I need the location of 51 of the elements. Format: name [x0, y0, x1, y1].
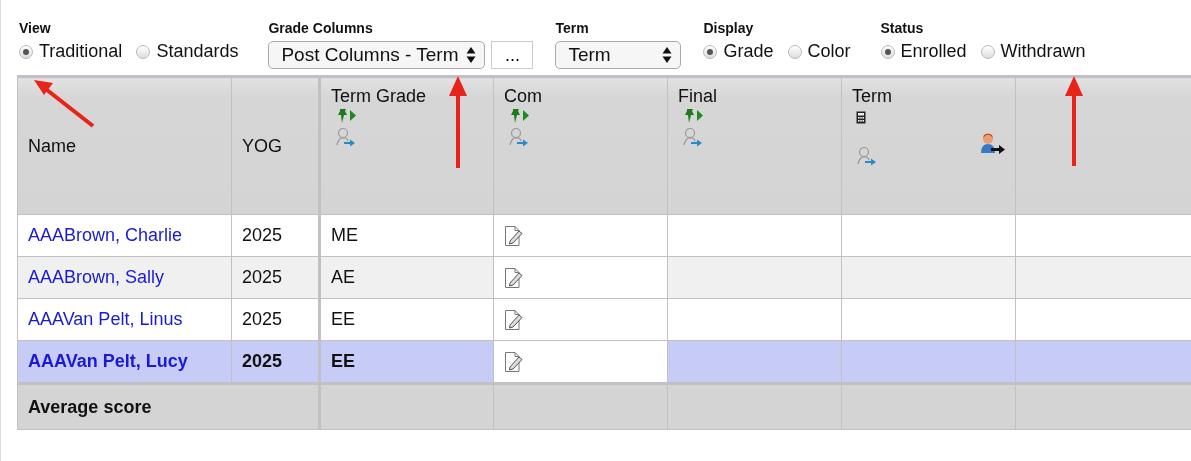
person-arrow-icon[interactable]: [508, 127, 530, 147]
group-label: Status: [880, 20, 925, 36]
radio-button[interactable]: [787, 44, 802, 59]
radio-button[interactable]: [19, 44, 33, 59]
radio-label[interactable]: Grade: [723, 41, 774, 62]
calculator-icon[interactable]: [856, 111, 866, 124]
group-label: Grade Columns: [268, 20, 374, 36]
column-header[interactable]: Com: [493, 76, 668, 215]
column-header[interactable]: Final: [667, 76, 842, 215]
group-label: Term: [555, 20, 590, 36]
column-header[interactable]: Term: [841, 76, 1016, 215]
table-cell: EE: [319, 298, 494, 341]
edit-comment-icon[interactable]: [504, 224, 524, 247]
student-name-link[interactable]: AAAVan Pelt, Lucy: [17, 340, 232, 384]
table-cell: ME: [319, 214, 494, 257]
updown-icon: [662, 46, 673, 64]
student-name-link[interactable]: AAABrown, Charlie: [17, 214, 232, 257]
student-name-link[interactable]: AAABrown, Sally: [17, 256, 232, 299]
edit-comment-icon[interactable]: [504, 308, 524, 331]
user-export-icon[interactable]: [979, 133, 1007, 157]
radio-label[interactable]: Enrolled: [900, 41, 967, 62]
table-cell: EE: [319, 340, 494, 384]
edit-comment-icon[interactable]: [504, 266, 524, 289]
person-arrow-icon[interactable]: [335, 127, 357, 147]
radio-button[interactable]: [703, 44, 718, 59]
radio-label[interactable]: Color: [807, 41, 851, 62]
radio-button[interactable]: [136, 44, 151, 59]
person-arrow-icon[interactable]: [856, 146, 878, 166]
arrow-drawing: [34, 80, 95, 128]
table-cell: 2025: [231, 214, 320, 257]
group-label: Display: [703, 20, 755, 36]
edit-comment-icon[interactable]: [504, 350, 524, 373]
person-arrow-icon[interactable]: [682, 127, 704, 147]
average-score-label: Average score: [17, 383, 320, 430]
more-button[interactable]: ...: [491, 41, 534, 69]
column-header[interactable]: YOG: [231, 76, 320, 215]
radio-button[interactable]: [880, 44, 895, 59]
dropdown[interactable]: Post Columns - Term: [268, 41, 486, 69]
table-cell: 2025: [231, 256, 320, 299]
table-cell: AE: [319, 256, 494, 299]
updown-icon: [466, 46, 477, 64]
radio-button[interactable]: [980, 44, 995, 59]
radio-label[interactable]: Withdrawn: [1000, 41, 1086, 62]
radio-label[interactable]: Standards: [156, 41, 239, 62]
column-header[interactable]: Term Grade: [319, 76, 494, 215]
radio-label[interactable]: Traditional: [39, 41, 123, 62]
table-cell: 2025: [231, 298, 320, 341]
student-name-link[interactable]: AAAVan Pelt, Linus: [17, 298, 232, 341]
dropdown[interactable]: Term: [555, 41, 682, 69]
column-header[interactable]: Name: [17, 76, 232, 215]
group-label: View: [19, 20, 52, 36]
